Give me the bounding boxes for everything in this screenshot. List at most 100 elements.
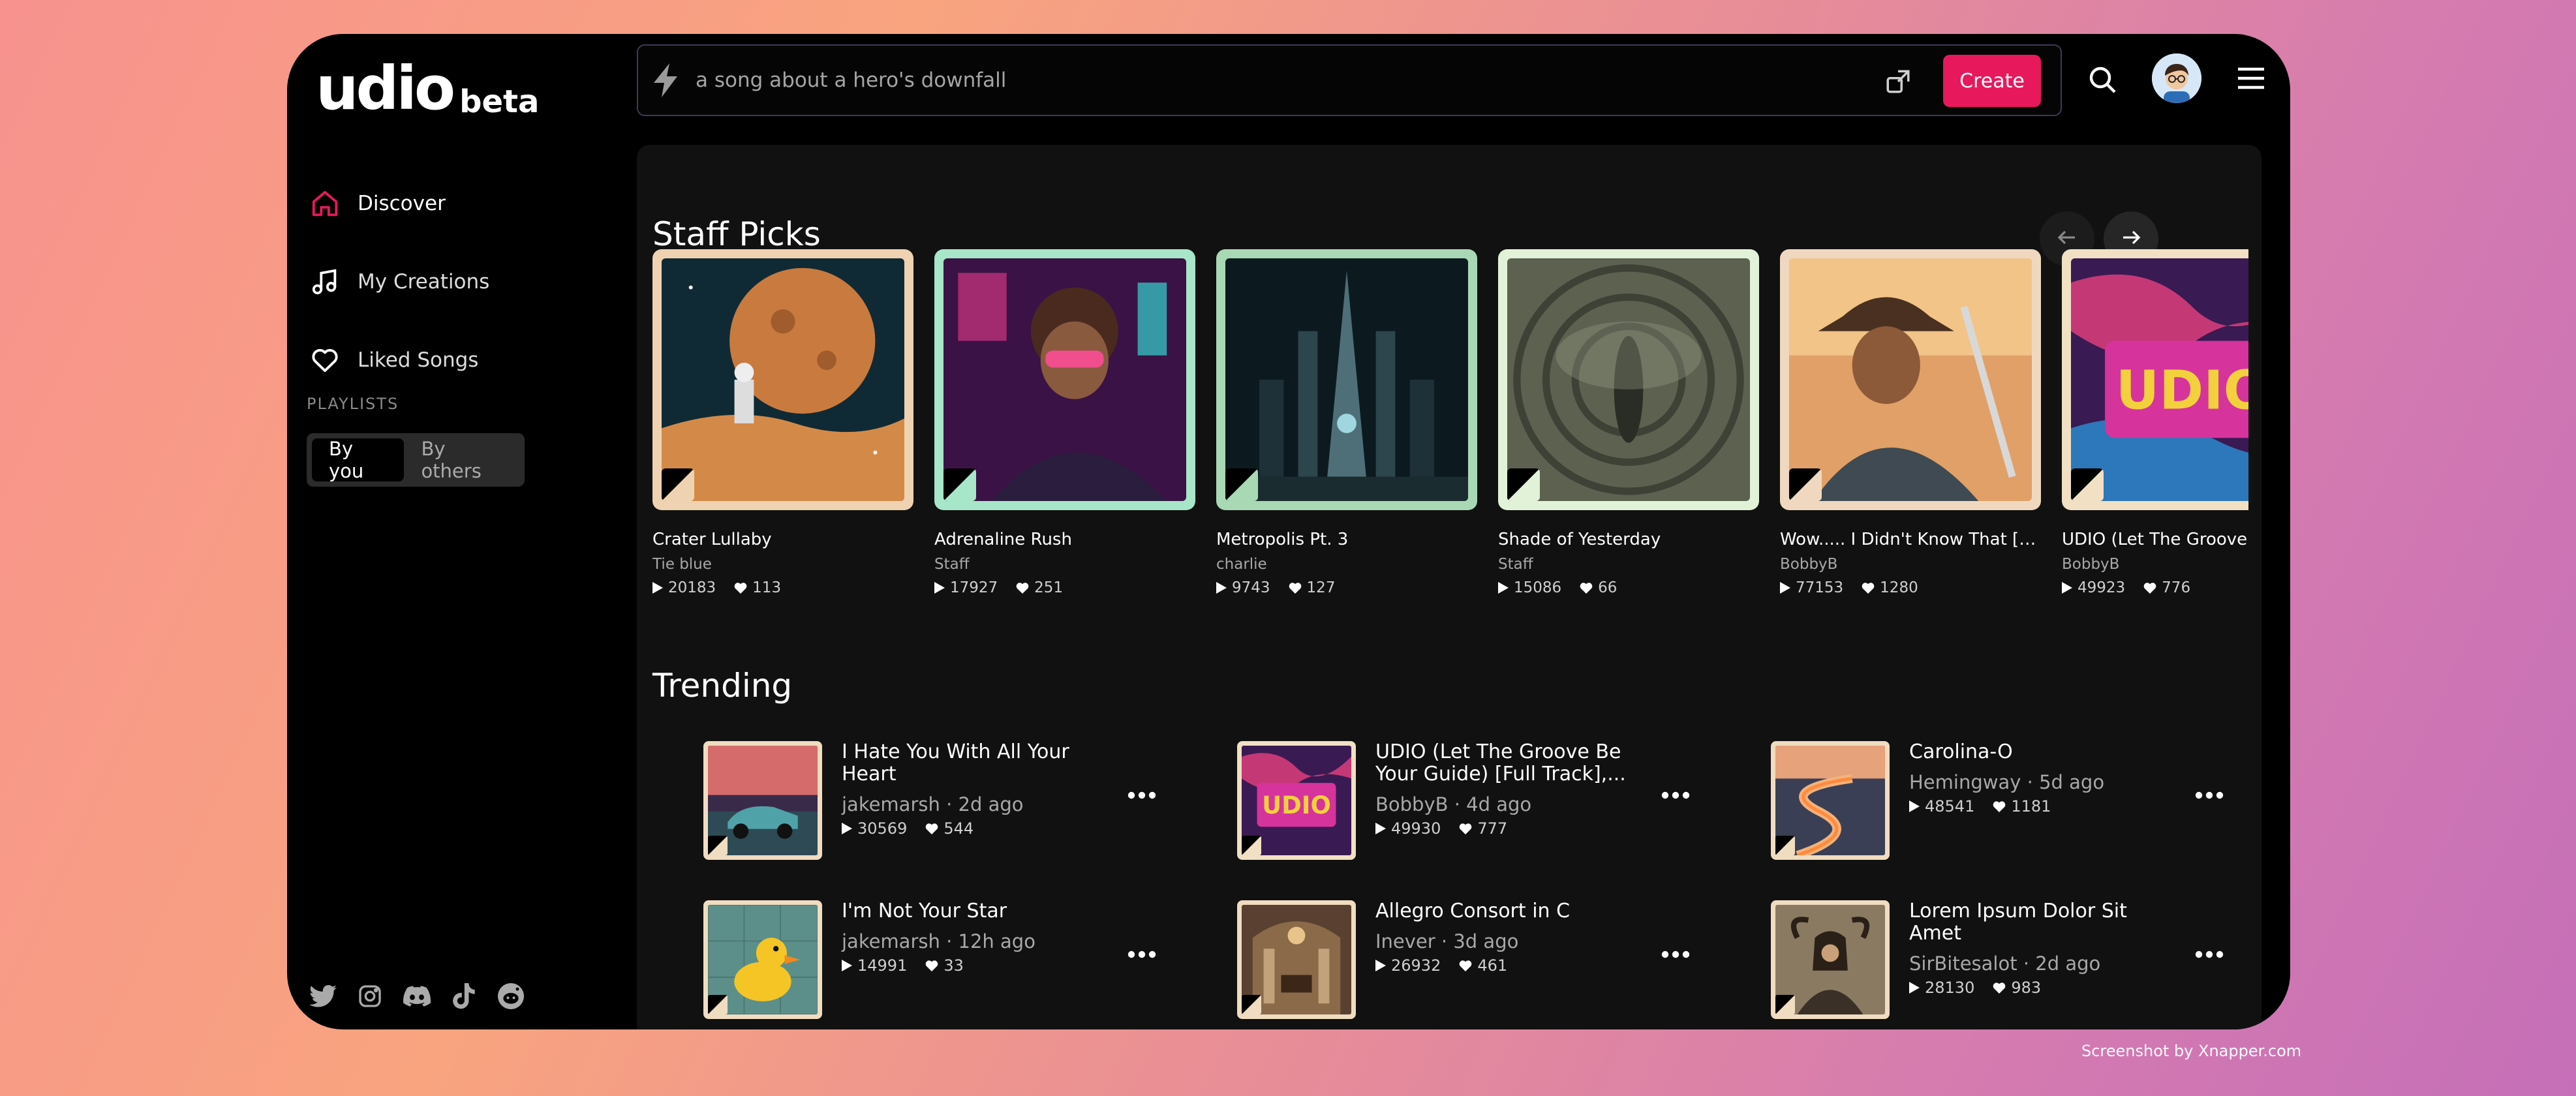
separator: · — [2023, 952, 2030, 975]
play-count: 48541 — [1925, 797, 1975, 815]
like-count: 1181 — [2011, 797, 2051, 815]
song-stats: 15086 66 — [1498, 579, 1759, 596]
more-icon[interactable] — [1661, 949, 1690, 961]
song-title[interactable]: UDIO (Let The Groove Be Your Guide) [Ful… — [1375, 741, 1636, 785]
song-card[interactable]: UDIO UDIO (Let The Groove Be Your Guide)… — [2062, 249, 2248, 596]
corner-icon — [1507, 468, 1540, 501]
song-title[interactable]: UDIO (Let The Groove Be Your Guide) — [2062, 530, 2248, 549]
song-artist[interactable]: Hemingway — [1909, 771, 2021, 793]
avatar[interactable] — [2152, 53, 2201, 103]
song-card[interactable]: Shade of Yesterday Staff 15086 66 — [1498, 249, 1759, 596]
song-title[interactable]: Shade of Yesterday — [1498, 530, 1759, 549]
song-artist[interactable]: jakemarsh — [842, 793, 940, 815]
song-age: 4d ago — [1466, 793, 1532, 815]
main-content: Staff Picks Crater Lullaby Tie blue 2018… — [637, 145, 2262, 1029]
song-artwork[interactable] — [652, 249, 913, 510]
heart-icon — [1993, 982, 2006, 994]
song-artist[interactable]: charlie — [1216, 556, 1477, 573]
song-title[interactable]: Carolina-O — [1909, 741, 2170, 763]
logo[interactable]: udio beta — [316, 59, 539, 119]
song-artist[interactable]: BobbyB — [1375, 793, 1449, 815]
song-artwork[interactable]: UDIO — [2062, 249, 2248, 510]
heart-icon — [1993, 800, 2006, 812]
song-artwork[interactable] — [1771, 741, 1890, 860]
song-title[interactable]: Lorem Ipsum Dolor Sit Amet — [1909, 900, 2170, 945]
trending-info: I'm Not Your Star jakemarsh · 12h ago 14… — [842, 900, 1103, 975]
song-stats: 30569 544 — [842, 819, 1103, 838]
song-artwork[interactable] — [1216, 249, 1477, 510]
trending-item[interactable]: Lorem Ipsum Dolor Sit Amet SirBitesalot … — [1771, 900, 2262, 1024]
sidebar-item-discover[interactable]: Discover — [307, 177, 489, 230]
song-card[interactable]: Adrenaline Rush Staff 17927 251 — [934, 249, 1195, 596]
song-card[interactable]: Metropolis Pt. 3 charlie 9743 127 — [1216, 249, 1477, 596]
staff-picks-heading: Staff Picks — [652, 215, 821, 253]
create-button[interactable]: Create — [1943, 55, 2041, 107]
like-count: 776 — [2162, 579, 2191, 596]
trending-item[interactable]: I'm Not Your Star jakemarsh · 12h ago 14… — [703, 900, 1199, 1024]
play-icon — [1216, 582, 1227, 594]
song-artwork[interactable] — [1780, 249, 2041, 510]
song-artist[interactable]: jakemarsh — [842, 930, 940, 952]
trending-item[interactable]: Carolina-O Hemingway · 5d ago 48541 1181 — [1771, 741, 2262, 865]
song-artwork[interactable] — [1771, 900, 1890, 1019]
playlists-by-others-tab[interactable]: By others — [404, 438, 519, 482]
play-count: 20183 — [668, 579, 716, 596]
trending-item[interactable]: I Hate You With All Your Heart jakemarsh… — [703, 741, 1199, 865]
more-icon[interactable] — [2195, 789, 2224, 802]
corner-icon — [1242, 995, 1261, 1014]
separator: · — [946, 930, 953, 952]
song-stats: 14991 33 — [842, 956, 1103, 975]
song-title[interactable]: Metropolis Pt. 3 — [1216, 530, 1477, 549]
more-icon[interactable] — [2195, 949, 2224, 961]
song-artwork[interactable] — [1498, 249, 1759, 510]
song-title[interactable]: Adrenaline Rush — [934, 530, 1195, 549]
home-icon — [307, 185, 343, 222]
instagram-icon[interactable] — [356, 982, 384, 1010]
song-artist[interactable]: BobbyB — [2062, 556, 2248, 573]
share-icon[interactable] — [1884, 68, 1912, 98]
more-icon[interactable] — [1127, 789, 1156, 802]
tiktok-icon[interactable] — [450, 982, 478, 1010]
music-note-icon — [307, 264, 343, 300]
play-count: 49923 — [2078, 579, 2126, 596]
song-artwork[interactable] — [1237, 900, 1356, 1019]
song-artwork[interactable] — [703, 900, 822, 1019]
song-artist[interactable]: Staff — [934, 556, 1195, 573]
song-title[interactable]: I'm Not Your Star — [842, 900, 1103, 922]
song-artist[interactable]: SirBitesalot — [1909, 952, 2017, 975]
twitter-icon[interactable] — [309, 982, 337, 1010]
play-count: 14991 — [857, 956, 908, 975]
song-title[interactable]: I Hate You With All Your Heart — [842, 741, 1103, 785]
like-count: 251 — [1034, 579, 1064, 596]
prompt-input[interactable]: a song about a hero's downfall — [696, 68, 1006, 92]
song-artist[interactable]: BobbyB — [1780, 556, 2041, 573]
song-card[interactable]: Crater Lullaby Tie blue 20183 113 — [652, 249, 913, 596]
song-artist[interactable]: Inever — [1375, 930, 1435, 952]
song-artwork[interactable] — [934, 249, 1195, 510]
sidebar-item-liked-songs[interactable]: Liked Songs — [307, 334, 489, 386]
playlists-by-you-tab[interactable]: By you — [312, 438, 405, 482]
song-artist[interactable]: Tie blue — [652, 556, 913, 573]
play-count: 30569 — [857, 819, 908, 838]
song-title[interactable]: Wow..... I Didn't Know That [Full Track] — [1780, 530, 2041, 549]
heart-icon — [1580, 582, 1593, 594]
corner-icon — [1242, 836, 1261, 855]
song-meta: jakemarsh · 12h ago — [842, 930, 1103, 952]
play-icon — [1375, 960, 1386, 971]
song-title[interactable]: Crater Lullaby — [652, 530, 913, 549]
song-artwork[interactable] — [703, 741, 822, 860]
more-icon[interactable] — [1127, 949, 1156, 961]
trending-item[interactable]: UDIO UDIO (Let The Groove Be Your Guide)… — [1237, 741, 1733, 865]
song-title[interactable]: Allegro Consort in C — [1375, 900, 1636, 922]
search-icon[interactable] — [2087, 64, 2118, 98]
song-card[interactable]: Wow..... I Didn't Know That [Full Track]… — [1780, 249, 2041, 596]
song-meta: Hemingway · 5d ago — [1909, 771, 2170, 793]
song-artwork[interactable]: UDIO — [1237, 741, 1356, 860]
trending-item[interactable]: Allegro Consort in C Inever · 3d ago 269… — [1237, 900, 1733, 1024]
sidebar-item-my-creations[interactable]: My Creations — [307, 256, 489, 308]
menu-icon[interactable] — [2237, 67, 2265, 93]
discord-icon[interactable] — [403, 982, 431, 1010]
more-icon[interactable] — [1661, 789, 1690, 802]
song-artist[interactable]: Staff — [1498, 556, 1759, 573]
reddit-icon[interactable] — [497, 982, 525, 1010]
